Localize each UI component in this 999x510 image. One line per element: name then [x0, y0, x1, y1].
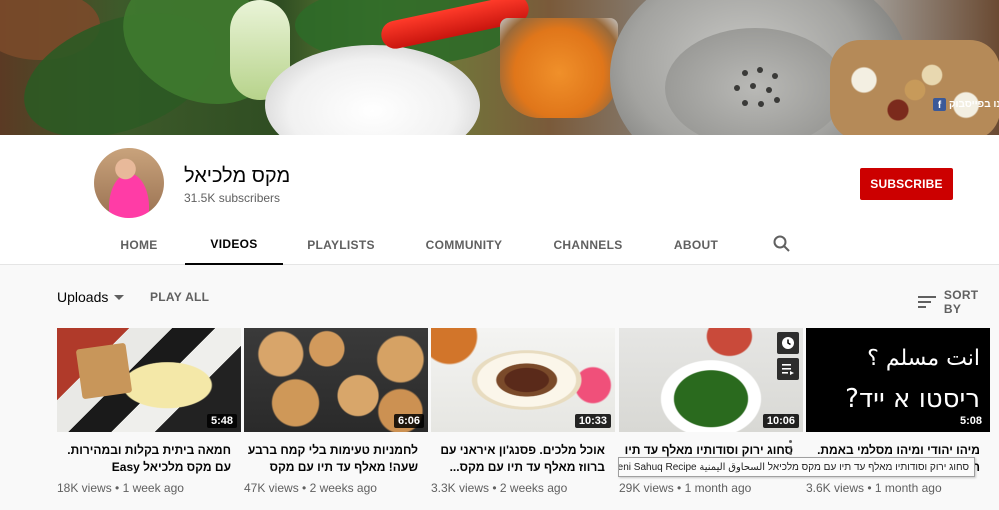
- subscriber-count: 31.5K subscribers: [184, 191, 281, 205]
- video-meta: 3.6K views • 1 month ago: [806, 481, 942, 495]
- caret-down-icon: [114, 294, 125, 300]
- add-to-queue-button[interactable]: [777, 358, 799, 380]
- channel-tabs: HOME VIDEOS PLAYLISTS COMMUNITY CHANNELS…: [0, 225, 999, 265]
- tab-community[interactable]: COMMUNITY: [418, 225, 510, 265]
- video-title[interactable]: לחמניות טעימות בלי קמח ברבע שעה! מאלף עד…: [244, 442, 428, 476]
- uploads-label: Uploads: [57, 289, 109, 305]
- cracker: [75, 342, 133, 400]
- facebook-icon: f: [933, 97, 946, 111]
- channel-header: מקס מלכיאל 31.5K subscribers SUBSCRIBE H…: [0, 135, 999, 265]
- video-card[interactable]: 10:33 אוכל מלכים. פסנג'ון איראני עם ברוו…: [431, 328, 615, 495]
- video-views: 18K views: [57, 481, 112, 495]
- thumbnail-text-arabic: انت مسلم ؟: [867, 346, 980, 371]
- video-views: 3.3K views: [431, 481, 490, 495]
- video-thumbnail[interactable]: انت مسلم ؟ ריסטו א ייד? 5:08: [806, 328, 990, 432]
- video-duration: 5:08: [955, 414, 986, 428]
- sort-by-label: SORT BY: [943, 288, 979, 316]
- video-age: 1 month ago: [684, 481, 752, 495]
- video-views: 47K views: [244, 481, 299, 495]
- video-meta: 47K views • 2 weeks ago: [244, 481, 377, 495]
- video-thumbnail[interactable]: 6:06: [244, 328, 428, 432]
- clock-icon: [782, 337, 794, 349]
- facebook-link-label: לנו בפייסבוק: [949, 98, 999, 110]
- channel-name: מקס מלכיאל: [184, 165, 291, 187]
- video-title[interactable]: אוכל מלכים. פסנג'ון איראני עם ברווז מאלף…: [431, 442, 615, 476]
- channel-banner: f לנו בפייסבוק: [0, 0, 999, 135]
- facebook-link[interactable]: f לנו בפייסבוק: [933, 96, 999, 112]
- video-duration: 10:06: [762, 414, 799, 428]
- video-age: 1 week ago: [122, 481, 184, 495]
- video-meta: 29K views • 1 month ago: [619, 481, 752, 495]
- video-thumbnail[interactable]: 10:06: [619, 328, 803, 432]
- subscribe-button[interactable]: SUBSCRIBE: [860, 168, 953, 200]
- channel-avatar[interactable]: [94, 148, 164, 218]
- video-thumbnail[interactable]: 10:33: [431, 328, 615, 432]
- video-duration: 6:06: [393, 414, 424, 428]
- video-duration: 10:33: [574, 414, 611, 428]
- video-age: 2 weeks ago: [499, 481, 568, 495]
- video-age: 2 weeks ago: [309, 481, 377, 495]
- sort-icon: [918, 296, 936, 308]
- tab-home[interactable]: HOME: [110, 225, 168, 265]
- channel-search-icon[interactable]: [772, 234, 792, 254]
- watch-later-button[interactable]: [777, 332, 799, 354]
- banner-skimmer: [665, 28, 845, 135]
- video-duration: 5:48: [206, 414, 237, 428]
- video-meta: 3.3K views • 2 weeks ago: [431, 481, 568, 495]
- video-views: 3.6K views: [806, 481, 865, 495]
- tab-videos[interactable]: VIDEOS: [185, 225, 283, 265]
- video-thumbnail[interactable]: 5:48: [57, 328, 241, 432]
- video-title[interactable]: חמאה ביתית בקלות ובמהירות. עם מקס מלכיאל…: [57, 442, 241, 476]
- play-all-button[interactable]: PLAY ALL: [150, 290, 209, 304]
- video-age: 1 month ago: [874, 481, 942, 495]
- uploads-dropdown[interactable]: Uploads: [57, 289, 125, 305]
- queue-icon: [782, 364, 794, 375]
- banner-spice-jar: [500, 18, 618, 118]
- video-card[interactable]: 5:48 חמאה ביתית בקלות ובמהירות. עם מקס מ…: [57, 328, 241, 495]
- tab-playlists[interactable]: PLAYLISTS: [300, 225, 382, 265]
- more-options-icon[interactable]: [789, 440, 793, 456]
- tab-channels[interactable]: CHANNELS: [548, 225, 628, 265]
- video-meta: 18K views • 1 week ago: [57, 481, 184, 495]
- tab-about[interactable]: ABOUT: [668, 225, 724, 265]
- banner-beans: [830, 40, 999, 135]
- video-card[interactable]: 6:06 לחמניות טעימות בלי קמח ברבע שעה! מא…: [244, 328, 428, 495]
- sort-by-button[interactable]: SORT BY: [918, 288, 999, 316]
- thumbnail-text-hebrew: ריסטו א ייד?: [845, 384, 980, 414]
- video-title-tooltip: Yemeni Sahuq Recipe סחוג ירוק וסודותיו מ…: [618, 457, 975, 477]
- video-views: 29K views: [619, 481, 674, 495]
